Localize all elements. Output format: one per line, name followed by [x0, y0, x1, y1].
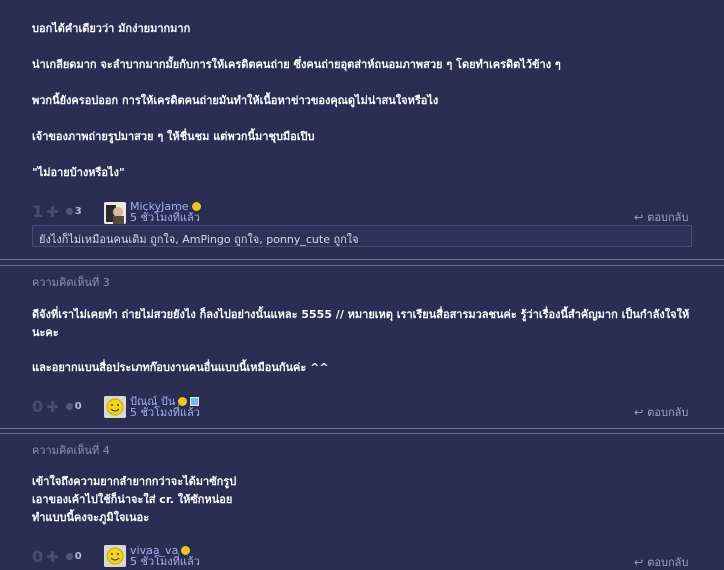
comment-text-line: และอยากแบนสื่อประเภทก๊อบงานคนอื่นแบบนี้เ…	[32, 361, 329, 374]
reply-button[interactable]: ↩ ตอบกลับ	[634, 403, 688, 421]
comment-text-line: ทำแบบนี้คงจะภูมิใจเนอะ	[32, 511, 150, 524]
reply-arrow-icon: ↩	[634, 555, 644, 569]
comment-text-line: บอกได้คำเดียวว่า มักง่ายมากมาก	[32, 22, 191, 35]
emotion-icon	[65, 208, 73, 215]
reply-button[interactable]: ↩ ตอบกลับ	[634, 553, 688, 570]
emotion-count: 3	[74, 206, 82, 217]
comment-text-line: ดีจังที่เราไม่เคยทำ ถ่ายไม่สวยยังไง ก็ลง…	[32, 308, 690, 339]
reply-label: ตอบกลับ	[647, 406, 689, 419]
reply-arrow-icon: ↩	[634, 405, 644, 419]
avatar-photo-icon	[104, 202, 126, 224]
comment-text-line: เอาของเค้าไปใช้ก็น่าจะใส่ cr. ให้ซักหน่อ…	[32, 493, 233, 506]
comment-separator	[0, 265, 724, 266]
reply-label: ตอบกลับ	[647, 211, 689, 224]
timestamp: 5 ชั่วโมงที่แล้ว	[130, 555, 200, 568]
comment-header: ความคิดเห็นที่ 4	[32, 444, 110, 457]
smiley-icon	[178, 397, 188, 406]
plus-icon[interactable]: ✚	[46, 548, 59, 566]
emotion-count: 0	[74, 551, 82, 562]
comment-text-line: เจ้าของภาพถ่ายรูปมาสวย ๆ ให้ชื่นชม แต่พว…	[32, 130, 315, 143]
comment-separator	[0, 433, 724, 434]
smiley-avatar-icon	[104, 396, 126, 418]
avatar[interactable]	[104, 545, 126, 567]
comment-text-line: พวกนี้ยังครอปออก การให้เครดิตคนถ่ายมันทำ…	[32, 94, 439, 107]
likes-text: ยังไงก็ไม่เหมือนคนเดิม ถูกใจ, AmPingo ถู…	[39, 233, 359, 246]
emotion-control[interactable]: 0	[65, 551, 82, 562]
emotion-control[interactable]: 3	[65, 206, 82, 217]
timestamp: 5 ชั่วโมงที่แล้ว	[130, 211, 200, 224]
vote-count: 1	[32, 202, 44, 221]
comment-separator	[0, 428, 724, 429]
emotion-control[interactable]: 0	[65, 401, 82, 412]
comment-text-line: น่าเกลียดมาก จะลำบากมากมั้ยกับการให้เครด…	[32, 58, 561, 71]
emotion-count: 0	[74, 401, 82, 412]
likes-box: ยังไงก็ไม่เหมือนคนเดิม ถูกใจ, AmPingo ถู…	[32, 225, 692, 247]
avatar[interactable]	[104, 202, 126, 224]
smiley-icon	[181, 546, 191, 555]
emotion-icon	[65, 403, 73, 410]
vote-control: 0 ✚ 0	[32, 397, 82, 416]
comment-separator	[0, 259, 724, 260]
avatar[interactable]	[104, 396, 126, 418]
plus-icon[interactable]: ✚	[46, 398, 59, 416]
comment-text-line: "ไม่อายบ้างหรือไง"	[32, 166, 125, 179]
reply-arrow-icon: ↩	[634, 210, 644, 224]
reply-label: ตอบกลับ	[647, 556, 689, 569]
emotion-icon	[65, 553, 73, 560]
comment-header: ความคิดเห็นที่ 3	[32, 276, 110, 289]
vote-count: 0	[32, 547, 44, 566]
comment-text-line: เข้าใจถึงความยากลำยากกว่าจะได้มาซักรูป	[32, 475, 237, 488]
reply-button[interactable]: ↩ ตอบกลับ	[634, 208, 688, 226]
vote-count: 0	[32, 397, 44, 416]
badge-icon	[190, 397, 200, 406]
plus-icon[interactable]: ✚	[46, 203, 59, 221]
vote-control: 1 ✚ 3	[32, 202, 82, 221]
vote-control: 0 ✚ 0	[32, 547, 82, 566]
timestamp: 5 ชั่วโมงที่แล้ว	[130, 406, 200, 419]
smiley-avatar-icon	[104, 545, 126, 567]
smiley-icon	[191, 202, 201, 211]
